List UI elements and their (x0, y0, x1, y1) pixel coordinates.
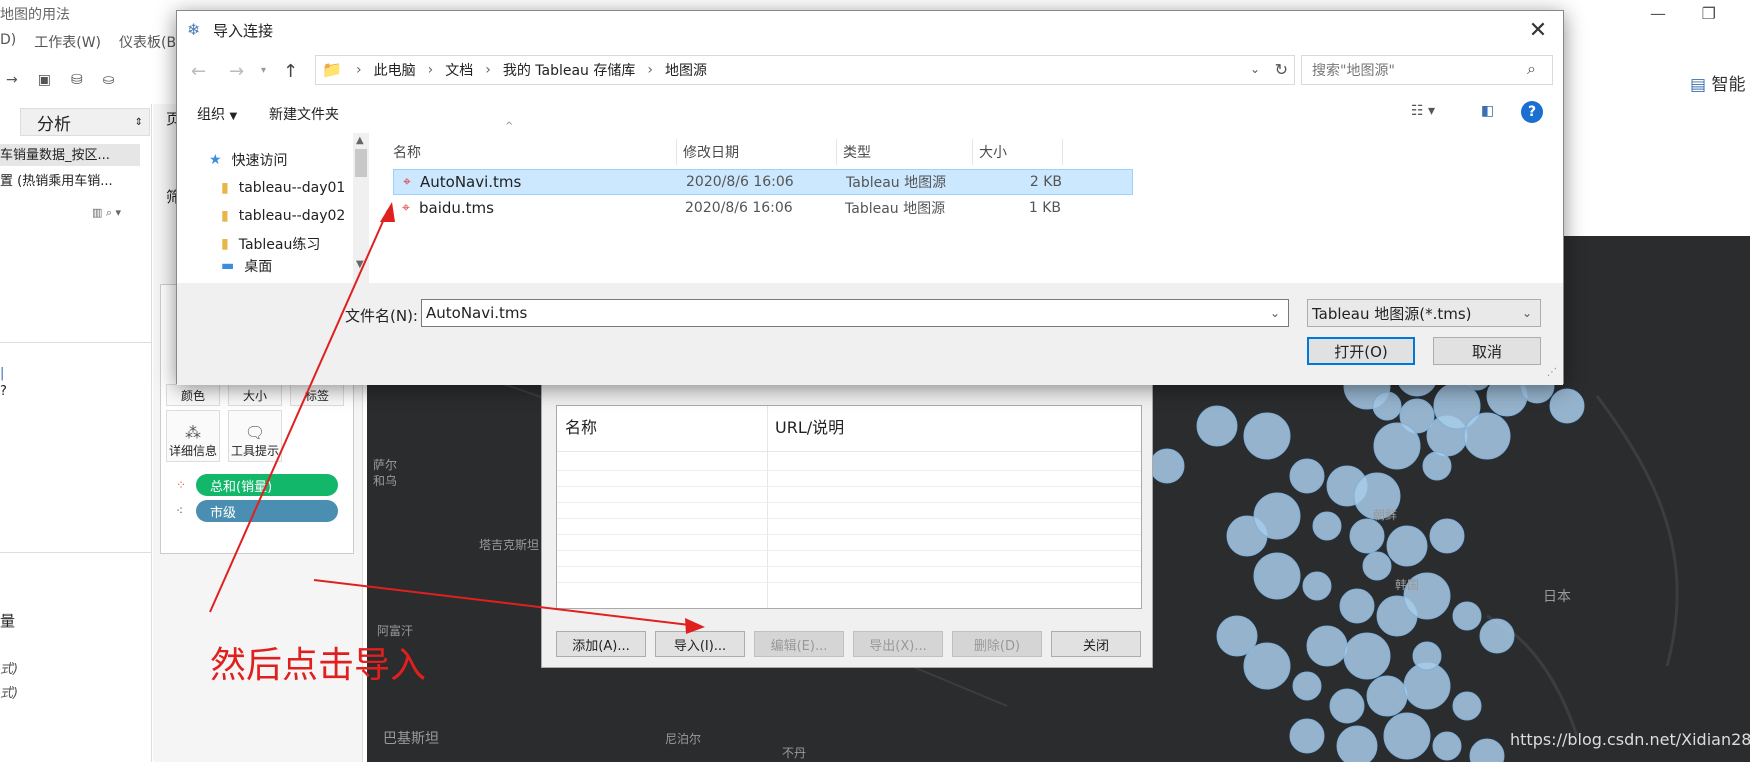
annotation-text: 然后点击导入 (210, 645, 427, 686)
watermark: https://blog.csdn.net/Xidian2850 (1510, 730, 1750, 749)
